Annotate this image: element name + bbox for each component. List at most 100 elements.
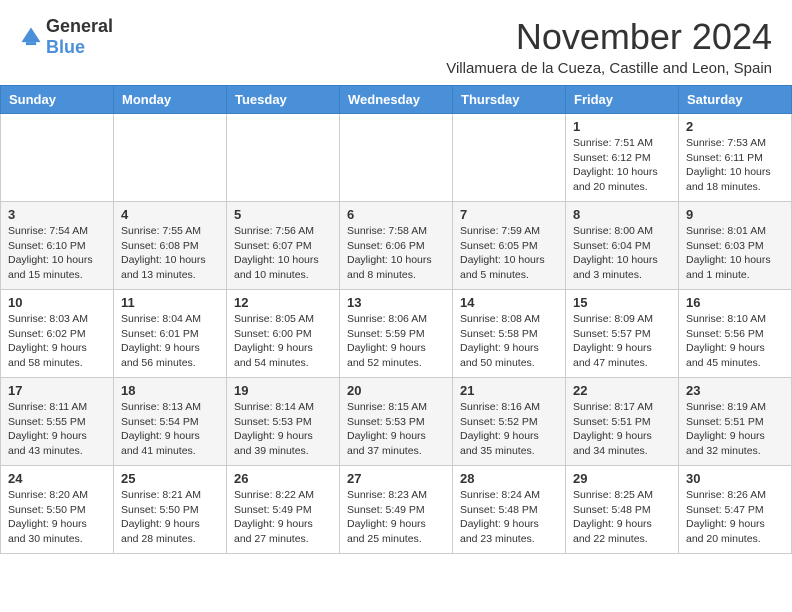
day-info: Sunrise: 8:11 AMSunset: 5:55 PMDaylight:…: [8, 400, 106, 459]
day-number: 10: [8, 295, 106, 310]
calendar-cell: 5Sunrise: 7:56 AMSunset: 6:07 PMDaylight…: [227, 202, 340, 290]
month-title: November 2024: [446, 16, 772, 58]
day-number: 18: [121, 383, 219, 398]
day-info: Sunrise: 8:10 AMSunset: 5:56 PMDaylight:…: [686, 312, 784, 371]
calendar-cell: 8 Sunrise: 8:00 AMSunset: 6:04 PMDaylight…: [566, 202, 679, 290]
day-info: Sunrise: 8:21 AMSunset: 5:50 PMDaylight:…: [121, 488, 219, 547]
day-info: Sunrise: 8:04 AMSunset: 6:01 PMDaylight:…: [121, 312, 219, 371]
day-number: 9: [686, 207, 784, 222]
calendar-week-row: 10 Sunrise: 8:03 AMSunset: 6:02 PMDayligh…: [1, 290, 792, 378]
logo-icon: [20, 26, 42, 48]
day-number: 29: [573, 471, 671, 486]
day-number: 17: [8, 383, 106, 398]
day-number: 8: [573, 207, 671, 222]
day-number: 25: [121, 471, 219, 486]
day-number: 21: [460, 383, 558, 398]
day-number: 15: [573, 295, 671, 310]
day-info: Sunrise: 8:15 AMSunset: 5:53 PMDaylight:…: [347, 400, 445, 459]
calendar-cell: 13 Sunrise: 8:06 AMSunset: 5:59 PMDayligh…: [340, 290, 453, 378]
logo-blue-text: Blue: [46, 37, 85, 57]
day-info: Sunrise: 8:25 AMSunset: 5:48 PMDaylight:…: [573, 488, 671, 547]
calendar-cell: 14 Sunrise: 8:08 AMSunset: 5:58 PMDayligh…: [453, 290, 566, 378]
weekday-header: Wednesday: [340, 86, 453, 114]
day-number: 7: [460, 207, 558, 222]
day-info: Sunrise: 8:01 AMSunset: 6:03 PMDaylight:…: [686, 224, 784, 283]
calendar-cell: 11 Sunrise: 8:04 AMSunset: 6:01 PMDayligh…: [114, 290, 227, 378]
calendar-cell: 27Sunrise: 8:23 AMSunset: 5:49 PMDayligh…: [340, 466, 453, 554]
day-info: Sunrise: 8:05 AMSunset: 6:00 PMDaylight:…: [234, 312, 332, 371]
day-number: 26: [234, 471, 332, 486]
day-info: Sunrise: 7:59 AMSunset: 6:05 PMDaylight:…: [460, 224, 558, 283]
day-info: Sunrise: 8:24 AMSunset: 5:48 PMDaylight:…: [460, 488, 558, 547]
day-info: Sunrise: 7:54 AMSunset: 6:10 PMDaylight:…: [8, 224, 106, 283]
day-info: Sunrise: 7:53 AMSunset: 6:11 PMDaylight:…: [686, 136, 784, 195]
calendar-week-row: 17 Sunrise: 8:11 AMSunset: 5:55 PMDayligh…: [1, 378, 792, 466]
day-info: Sunrise: 7:51 AMSunset: 6:12 PMDaylight:…: [573, 136, 671, 195]
calendar-cell: 30 Sunrise: 8:26 AMSunset: 5:47 PMDayligh…: [679, 466, 792, 554]
calendar-week-row: 3 Sunrise: 7:54 AMSunset: 6:10 PMDaylight…: [1, 202, 792, 290]
calendar-cell: 9 Sunrise: 8:01 AMSunset: 6:03 PMDaylight…: [679, 202, 792, 290]
day-info: Sunrise: 8:03 AMSunset: 6:02 PMDaylight:…: [8, 312, 106, 371]
day-info: Sunrise: 8:26 AMSunset: 5:47 PMDaylight:…: [686, 488, 784, 547]
calendar-cell: 25 Sunrise: 8:21 AMSunset: 5:50 PMDayligh…: [114, 466, 227, 554]
day-number: 11: [121, 295, 219, 310]
calendar-cell: [114, 114, 227, 202]
weekday-header: Monday: [114, 86, 227, 114]
day-info: Sunrise: 8:08 AMSunset: 5:58 PMDaylight:…: [460, 312, 558, 371]
day-number: 14: [460, 295, 558, 310]
day-number: 13: [347, 295, 445, 310]
calendar-cell: [340, 114, 453, 202]
calendar-cell: [227, 114, 340, 202]
day-number: 20: [347, 383, 445, 398]
calendar-cell: 23Sunrise: 8:19 AMSunset: 5:51 PMDayligh…: [679, 378, 792, 466]
calendar-cell: 24Sunrise: 8:20 AMSunset: 5:50 PMDayligh…: [1, 466, 114, 554]
day-number: 23: [686, 383, 784, 398]
title-section: November 2024 Villamuera de la Cueza, Ca…: [446, 16, 772, 77]
day-info: Sunrise: 7:55 AMSunset: 6:08 PMDaylight:…: [121, 224, 219, 283]
page-header: General Blue November 2024 Villamuera de…: [0, 0, 792, 85]
calendar-table: SundayMondayTuesdayWednesdayThursdayFrid…: [0, 85, 792, 554]
weekday-header: Sunday: [1, 86, 114, 114]
calendar-cell: [1, 114, 114, 202]
weekday-header-row: SundayMondayTuesdayWednesdayThursdayFrid…: [1, 86, 792, 114]
weekday-header: Thursday: [453, 86, 566, 114]
calendar-cell: 16 Sunrise: 8:10 AMSunset: 5:56 PMDayligh…: [679, 290, 792, 378]
day-number: 6: [347, 207, 445, 222]
day-info: Sunrise: 7:58 AMSunset: 6:06 PMDaylight:…: [347, 224, 445, 283]
day-info: Sunrise: 8:14 AMSunset: 5:53 PMDaylight:…: [234, 400, 332, 459]
day-info: Sunrise: 8:17 AMSunset: 5:51 PMDaylight:…: [573, 400, 671, 459]
day-info: Sunrise: 8:00 AMSunset: 6:04 PMDaylight:…: [573, 224, 671, 283]
calendar-cell: 2Sunrise: 7:53 AMSunset: 6:11 PMDaylight…: [679, 114, 792, 202]
calendar-cell: 6 Sunrise: 7:58 AMSunset: 6:06 PMDaylight…: [340, 202, 453, 290]
calendar-week-row: 24Sunrise: 8:20 AMSunset: 5:50 PMDayligh…: [1, 466, 792, 554]
day-number: 4: [121, 207, 219, 222]
calendar-cell: 3 Sunrise: 7:54 AMSunset: 6:10 PMDaylight…: [1, 202, 114, 290]
calendar-cell: 4 Sunrise: 7:55 AMSunset: 6:08 PMDaylight…: [114, 202, 227, 290]
day-number: 27: [347, 471, 445, 486]
day-info: Sunrise: 8:16 AMSunset: 5:52 PMDaylight:…: [460, 400, 558, 459]
day-number: 19: [234, 383, 332, 398]
day-info: Sunrise: 8:20 AMSunset: 5:50 PMDaylight:…: [8, 488, 106, 547]
day-number: 3: [8, 207, 106, 222]
weekday-header: Tuesday: [227, 86, 340, 114]
calendar-cell: 17 Sunrise: 8:11 AMSunset: 5:55 PMDayligh…: [1, 378, 114, 466]
calendar-cell: 18Sunrise: 8:13 AMSunset: 5:54 PMDayligh…: [114, 378, 227, 466]
calendar-cell: 29 Sunrise: 8:25 AMSunset: 5:48 PMDayligh…: [566, 466, 679, 554]
logo-general-text: General: [46, 16, 113, 36]
weekday-header: Saturday: [679, 86, 792, 114]
calendar-cell: 10 Sunrise: 8:03 AMSunset: 6:02 PMDayligh…: [1, 290, 114, 378]
logo: General Blue: [20, 16, 113, 58]
day-info: Sunrise: 8:22 AMSunset: 5:49 PMDaylight:…: [234, 488, 332, 547]
calendar-cell: 21 Sunrise: 8:16 AMSunset: 5:52 PMDayligh…: [453, 378, 566, 466]
calendar-cell: 12Sunrise: 8:05 AMSunset: 6:00 PMDayligh…: [227, 290, 340, 378]
calendar-cell: 7 Sunrise: 7:59 AMSunset: 6:05 PMDaylight…: [453, 202, 566, 290]
day-number: 16: [686, 295, 784, 310]
day-number: 22: [573, 383, 671, 398]
day-number: 5: [234, 207, 332, 222]
day-number: 30: [686, 471, 784, 486]
calendar-cell: [453, 114, 566, 202]
day-info: Sunrise: 8:09 AMSunset: 5:57 PMDaylight:…: [573, 312, 671, 371]
day-info: Sunrise: 8:06 AMSunset: 5:59 PMDaylight:…: [347, 312, 445, 371]
calendar-cell: 22 Sunrise: 8:17 AMSunset: 5:51 PMDayligh…: [566, 378, 679, 466]
location-subtitle: Villamuera de la Cueza, Castille and Leo…: [446, 60, 772, 77]
